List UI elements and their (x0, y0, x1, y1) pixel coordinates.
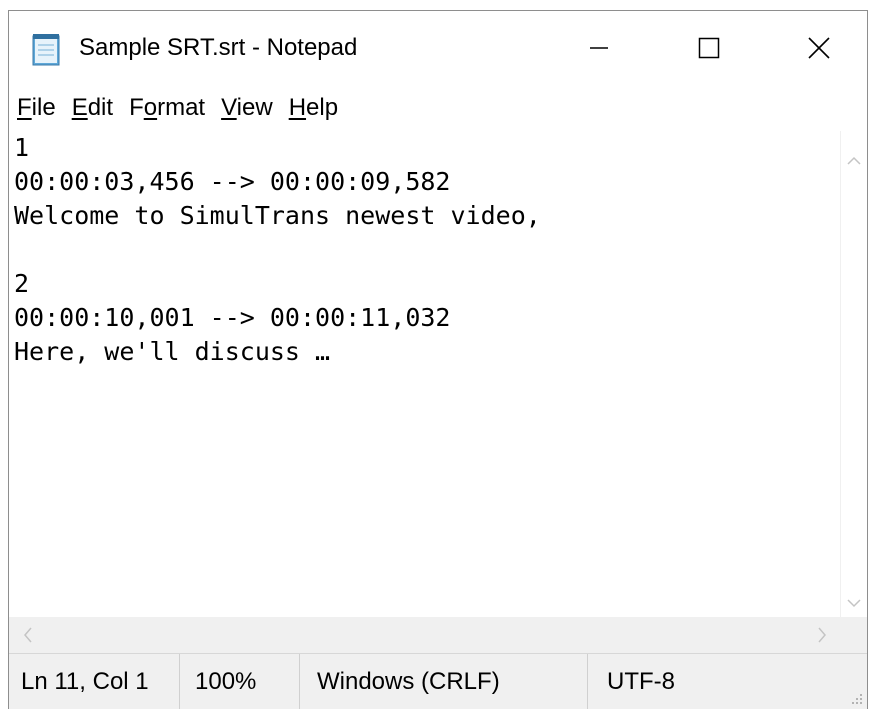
status-line-ending: Windows (CRLF) (317, 667, 500, 695)
editor-line: 00:00:10,001 --> 00:00:11,032 (14, 303, 451, 332)
vertical-scrollbar[interactable] (840, 131, 867, 617)
close-icon (808, 37, 830, 59)
menu-edit-accel: E (71, 94, 88, 121)
status-position: Ln 11, Col 1 (21, 667, 149, 695)
scroll-right-icon[interactable] (817, 627, 827, 647)
status-zoom: 100% (195, 667, 257, 695)
horizontal-scrollbar[interactable] (9, 617, 841, 653)
maximize-icon (698, 37, 720, 59)
menu-edit-label: dit (87, 94, 114, 121)
scroll-down-icon[interactable] (847, 597, 861, 613)
minimize-button[interactable] (569, 25, 629, 71)
menu-view-accel: V (221, 94, 237, 121)
status-divider (587, 654, 588, 709)
menu-file[interactable]: File (17, 94, 56, 122)
notepad-icon (29, 33, 65, 67)
text-editor[interactable]: 1 00:00:03,456 --> 00:00:09,582 Welcome … (9, 131, 841, 617)
window-title: Sample SRT.srt - Notepad (79, 34, 358, 61)
menu-help-label: elp (306, 94, 339, 121)
menu-file-label: ile (31, 94, 56, 121)
menu-bar: File Edit Format View Help (9, 85, 867, 131)
maximize-button[interactable] (679, 25, 739, 71)
editor-line: 2 (14, 269, 30, 298)
menu-help-accel: H (288, 94, 307, 121)
menu-file-accel: F (17, 94, 32, 121)
menu-view[interactable]: View (221, 94, 273, 122)
status-bar: Ln 11, Col 1 100% Windows (CRLF) UTF-8 (9, 653, 867, 709)
menu-format-label: rmat (157, 94, 206, 121)
editor-line: Welcome to SimulTrans newest video, (14, 201, 541, 230)
editor-line: Here, we'll discuss … (14, 337, 331, 366)
menu-view-label: iew (236, 94, 273, 121)
minimize-icon (590, 47, 608, 49)
title-bar[interactable]: Sample SRT.srt - Notepad (9, 11, 867, 85)
menu-format[interactable]: Format (129, 94, 205, 122)
scrollbar-corner (841, 617, 867, 653)
status-encoding: UTF-8 (607, 667, 675, 695)
menu-format-accel: o (143, 94, 158, 121)
scroll-up-icon[interactable] (847, 153, 861, 169)
scroll-left-icon[interactable] (23, 627, 33, 647)
editor-line: 00:00:03,456 --> 00:00:09,582 (14, 167, 451, 196)
resize-grip-icon[interactable] (851, 693, 863, 705)
menu-help[interactable]: Help (289, 94, 338, 122)
close-button[interactable] (789, 25, 849, 71)
editor-line: 1 (14, 133, 30, 162)
status-divider (179, 654, 180, 709)
status-divider (299, 654, 300, 709)
menu-format-prefix: F (129, 94, 144, 121)
menu-edit[interactable]: Edit (72, 94, 113, 122)
notepad-window: Sample SRT.srt - Notepad File Edit Forma… (8, 10, 868, 709)
